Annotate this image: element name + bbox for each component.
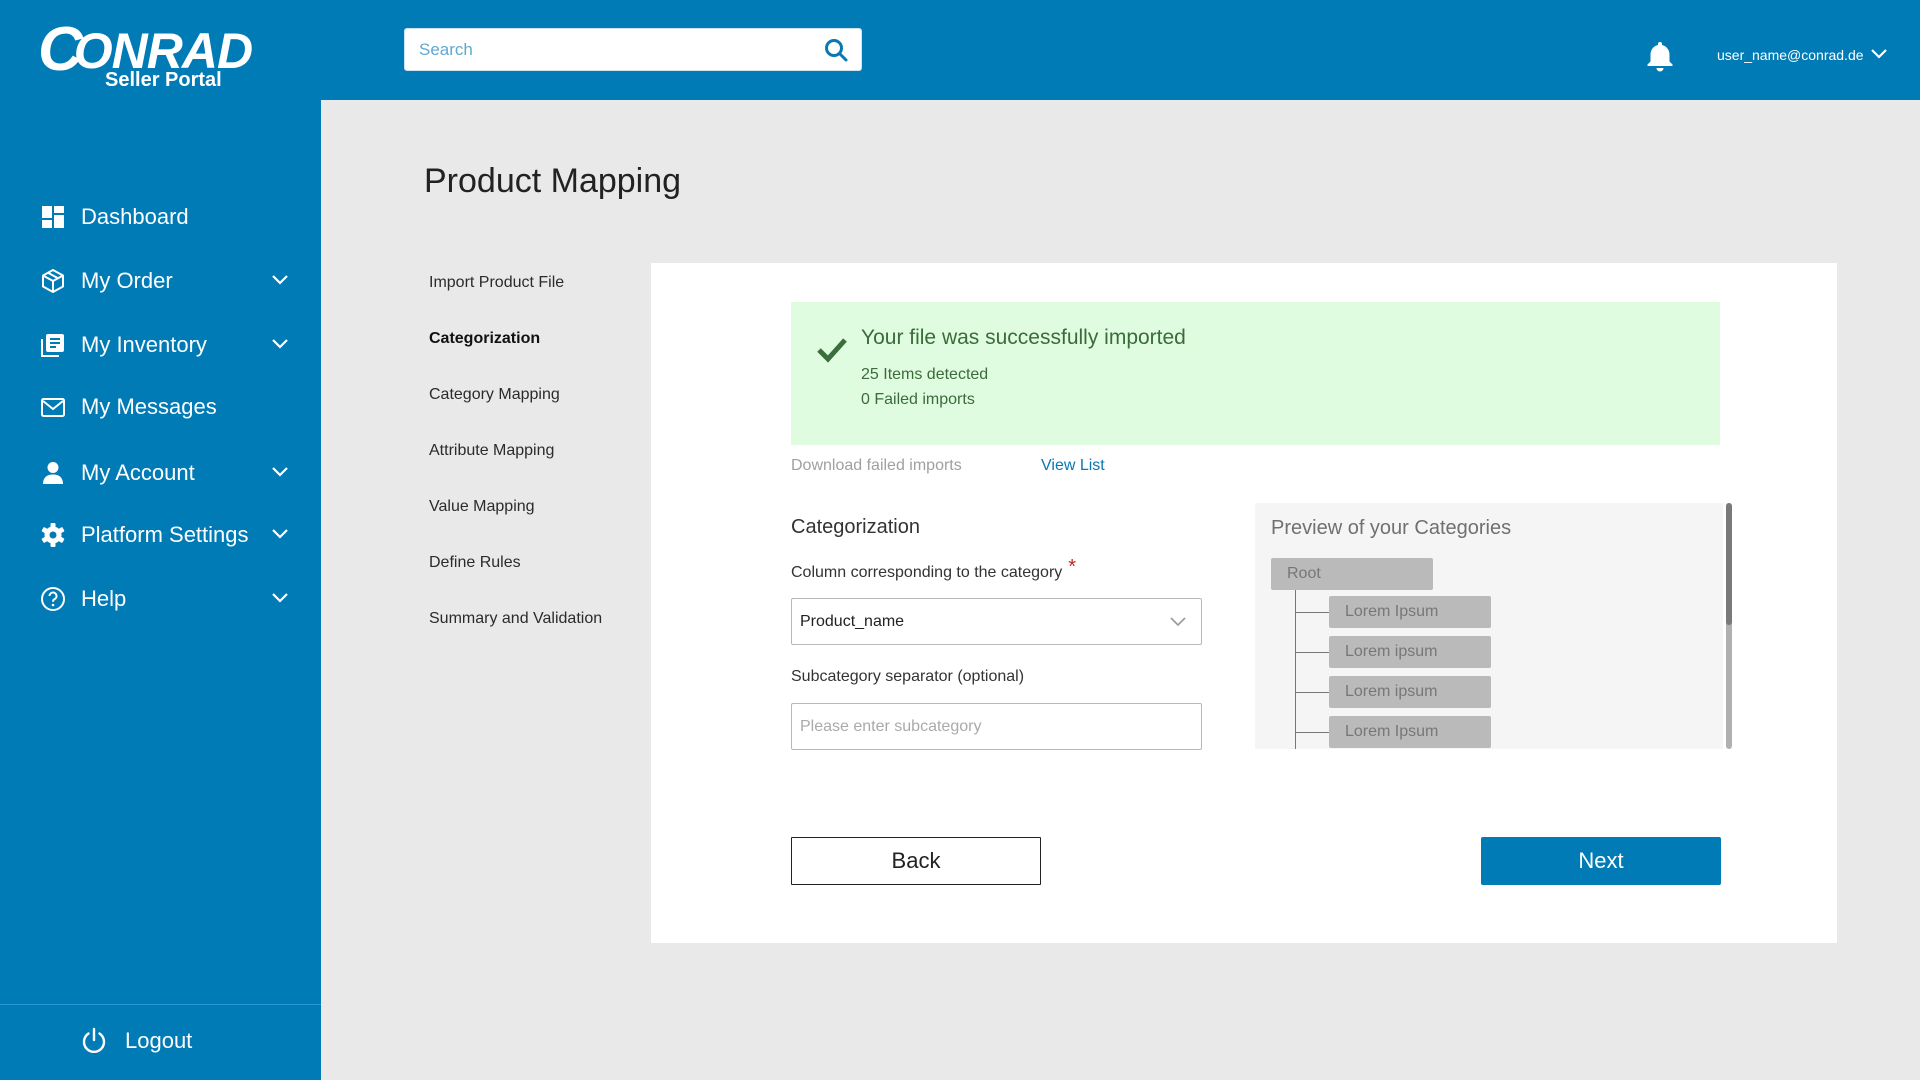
step-summary-and-validation[interactable]: Summary and Validation	[429, 608, 602, 630]
category-column-select[interactable]: Product_name	[791, 598, 1202, 645]
select-value: Product_name	[800, 613, 905, 630]
sidebar-item-platform-settings[interactable]: Platform Settings	[0, 510, 321, 560]
chevron-down-icon	[1170, 617, 1186, 627]
step-define-rules[interactable]: Define Rules	[429, 552, 521, 574]
subcategory-separator-input[interactable]	[791, 703, 1202, 750]
search-icon[interactable]	[823, 37, 849, 63]
sidebar-item-my-account[interactable]: My Account	[0, 448, 321, 498]
sidebar-item-my-inventory[interactable]: My Inventory	[0, 320, 321, 370]
sidebar-divider	[0, 1004, 321, 1005]
categorization-card: Your file was successfully imported 25 I…	[651, 263, 1837, 943]
sidebar-item-label: Dashboard	[81, 204, 189, 229]
tree-root-node[interactable]: Root	[1271, 558, 1433, 590]
conrad-logo[interactable]: CONRAD Seller Portal	[38, 15, 260, 92]
back-button[interactable]: Back	[791, 837, 1041, 885]
sidebar-item-label: My Order	[81, 268, 173, 293]
checkmark-icon	[817, 338, 847, 363]
tree-child-node[interactable]: Lorem ipsum	[1329, 636, 1491, 668]
power-icon	[82, 1027, 106, 1054]
sidebar: Dashboard My Order My Inventory My Messa…	[0, 100, 321, 1080]
step-category-mapping[interactable]: Category Mapping	[429, 384, 560, 406]
bell-icon[interactable]	[1646, 40, 1674, 72]
dashboard-icon	[42, 206, 64, 228]
tree-connector	[1295, 590, 1296, 749]
preview-scrollbar[interactable]	[1726, 503, 1732, 749]
sidebar-item-help[interactable]: Help	[0, 574, 321, 624]
items-detected: 25 Items detected	[861, 366, 989, 383]
section-title: Categorization	[791, 516, 920, 538]
help-icon	[41, 587, 65, 611]
sidebar-item-label: My Inventory	[81, 332, 207, 357]
inventory-icon	[41, 334, 64, 357]
gear-icon	[41, 523, 65, 547]
step-import-product-file[interactable]: Import Product File	[429, 272, 564, 294]
logo-subtitle: Seller Portal	[105, 69, 222, 91]
tree-connector	[1295, 612, 1329, 613]
logout-label: Logout	[125, 1028, 193, 1053]
logout-button[interactable]: Logout	[80, 1018, 240, 1062]
sidebar-item-label: My Account	[81, 460, 195, 485]
category-preview-panel: Preview of your Categories Root Lorem Ip…	[1255, 503, 1723, 749]
preview-title: Preview of your Categories	[1271, 517, 1512, 539]
top-header: CONRAD Seller Portal user_name@conrad.de	[0, 0, 1920, 100]
logo-letter-c: C	[38, 15, 83, 84]
chevron-down-icon[interactable]	[270, 591, 290, 605]
success-banner: Your file was successfully imported 25 I…	[791, 302, 1720, 445]
user-icon	[43, 462, 63, 484]
category-column-label: Column corresponding to the category *	[791, 556, 1076, 584]
chevron-down-icon[interactable]	[270, 527, 290, 541]
tree-connector	[1295, 732, 1329, 733]
sidebar-item-dashboard[interactable]: Dashboard	[0, 192, 321, 242]
chevron-down-icon[interactable]	[270, 465, 290, 479]
sidebar-item-label: My Messages	[81, 394, 217, 419]
search-input[interactable]	[405, 29, 805, 70]
step-value-mapping[interactable]: Value Mapping	[429, 496, 535, 518]
user-menu[interactable]: user_name@conrad.de	[1717, 46, 1864, 64]
step-attribute-mapping[interactable]: Attribute Mapping	[429, 440, 554, 462]
search-box	[404, 28, 862, 71]
failed-imports: 0 Failed imports	[861, 391, 975, 408]
tree-child-node[interactable]: Lorem ipsum	[1329, 676, 1491, 708]
box-icon	[42, 269, 64, 293]
chevron-down-icon[interactable]	[1870, 47, 1888, 61]
chevron-down-icon[interactable]	[270, 337, 290, 351]
step-categorization[interactable]: Categorization	[429, 328, 540, 350]
chevron-down-icon[interactable]	[270, 273, 290, 287]
tree-connector	[1295, 692, 1329, 693]
category-column-label-text: Column corresponding to the category	[791, 564, 1063, 581]
subcategory-separator-label: Subcategory separator (optional)	[791, 668, 1025, 685]
required-marker: *	[1068, 556, 1077, 578]
scrollbar-thumb[interactable]	[1726, 503, 1732, 625]
tree-child-node[interactable]: Lorem Ipsum	[1329, 716, 1491, 748]
banner-title: Your file was successfully imported	[861, 326, 1186, 349]
download-failed-imports-link[interactable]: Download failed imports	[791, 455, 962, 477]
sidebar-item-my-messages[interactable]: My Messages	[0, 382, 321, 432]
sidebar-item-label: Platform Settings	[81, 522, 249, 547]
sidebar-item-my-order[interactable]: My Order	[0, 256, 321, 306]
next-button[interactable]: Next	[1481, 837, 1721, 885]
page-title: Product Mapping	[424, 162, 682, 200]
view-list-link[interactable]: View List	[1041, 455, 1105, 477]
sidebar-item-label: Help	[81, 586, 127, 611]
envelope-icon	[41, 398, 65, 417]
tree-connector	[1295, 652, 1329, 653]
tree-child-node[interactable]: Lorem Ipsum	[1329, 596, 1491, 628]
